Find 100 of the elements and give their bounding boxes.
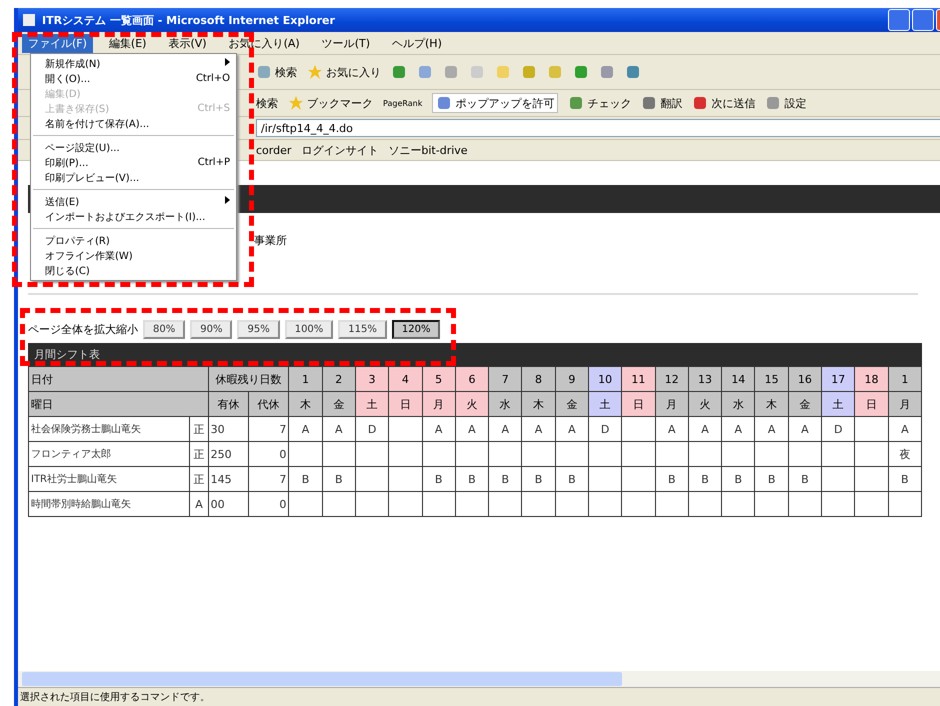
zoom-button[interactable]: 80% [143,320,186,338]
table-cell: A [488,416,522,442]
table-cell: B [888,466,922,492]
address-field[interactable]: /ir/sftp14_4_4.do [256,119,940,137]
table-cell: B [754,466,788,492]
link-button[interactable]: corder [256,144,292,156]
table-cell: A [322,416,356,442]
date-header: 13 [688,366,722,392]
link-button[interactable]: ログインサイト [301,142,378,158]
table-header: 日付 [28,366,208,392]
table-cell: A [655,416,688,442]
table-cell: B [288,466,322,492]
table-cell: A [888,416,922,442]
menu-item[interactable]: 新規作成(N) [31,56,236,71]
date-header: 1 [288,366,322,392]
date-header: 2 [322,366,356,392]
table-cell: A [455,416,489,442]
table-cell: A [422,416,456,442]
link-button[interactable]: ソニーbit-drive [388,142,468,158]
weekday-header: 金 [555,392,588,416]
weekday-header: 火 [688,392,722,416]
menu-item[interactable]: インポートおよびエクスポート(I)... [31,209,236,224]
minimize-button[interactable] [888,9,910,31]
menu-item[interactable]: 名前を付けて保存(A)... [31,116,236,131]
maximize-button[interactable] [912,9,934,31]
table-header: 休暇残り日数 [208,366,289,392]
toolbar-button[interactable]: 検索 [256,64,297,80]
toolbar-button[interactable]: ポップアップを許可 [432,93,558,113]
zoom-button[interactable]: 95% [237,320,280,338]
menu-item[interactable]: プロパティ(R) [31,233,236,248]
date-header: 16 [788,366,822,392]
table-cell: A [190,492,208,516]
date-header: 12 [655,366,688,392]
menu-item[interactable]: ページ設定(U)... [31,140,236,155]
menu-item[interactable]: 印刷(P)... Ctrl+P [31,155,236,170]
table-cell: 時間帯別時給鵬山竜矢 [28,492,190,516]
date-header: 6 [455,366,489,392]
table-title: 月間シフト表 [28,343,922,366]
table-header: 代休 [248,392,289,416]
table-cell: B [322,466,356,492]
zoom-button[interactable]: 115% [338,320,387,338]
table-cell: 正 [190,442,208,466]
table-cell: B [422,466,456,492]
table-cell: 夜 [888,442,922,466]
table-cell: 正 [190,416,208,442]
menu-item[interactable]: ヘルプ(H) [386,34,448,52]
table-cell: B [722,466,755,492]
toolbar-button[interactable]: チェック [568,95,632,111]
date-header: 15 [754,366,788,392]
zoom-button[interactable]: 120% [392,320,440,338]
menu-item[interactable]: 閉じる(C) [31,263,236,278]
date-header: 5 [422,366,456,392]
date-header: 14 [722,366,755,392]
weekday-header: 金 [322,392,356,416]
menu-item[interactable]: 印刷プレビュー(V)... [31,170,236,185]
table-cell: 250 [208,442,248,466]
date-header: 8 [522,366,556,392]
menu-item[interactable]: 編集(E) [102,34,152,52]
zoom-button[interactable]: 90% [190,320,232,338]
toolbar-button[interactable]: 設定 [765,95,806,111]
table-cell: B [555,466,588,492]
table-cell: B [488,466,522,492]
table-cell: A [788,416,822,442]
menu-item[interactable]: ツール(T) [316,34,376,52]
menu-item[interactable]: オフライン作業(W) [31,248,236,263]
submenu-arrow-icon [225,58,230,66]
table-cell: 7 [248,416,289,442]
table-cell: 145 [208,466,248,492]
table-cell: D [588,416,622,442]
menu-item[interactable]: 送信(E) [31,194,236,209]
toolbar-button[interactable]: ブックマーク [288,95,373,111]
table-header: 曜日 [28,392,208,416]
weekday-header: 日 [622,392,656,416]
horizontal-scrollbar[interactable] [18,671,940,687]
date-header: 3 [355,366,389,392]
toolbar-button[interactable]: 翻訳 [641,95,682,111]
table-cell: A [288,416,322,442]
weekday-header: 金 [788,392,822,416]
menu-item[interactable]: 表示(V) [162,34,213,52]
table-cell: D [822,416,855,442]
weekday-header: 月 [655,392,688,416]
weekday-header: 日 [388,392,422,416]
date-header: 11 [622,366,656,392]
toolbar-button[interactable]: 検索 [256,96,278,110]
weekday-header: 月 [888,392,922,416]
weekday-header: 木 [288,392,322,416]
toolbar-button[interactable]: PageRank [383,98,422,108]
menu-item[interactable]: 開く(O)... Ctrl+O [31,71,236,86]
table-cell: A [688,416,722,442]
date-header: 10 [588,366,622,392]
toolbar-button[interactable]: お気に入り [307,64,381,80]
table-cell: 0 [248,442,289,466]
zoom-button[interactable]: 100% [284,320,334,338]
weekday-header: 土 [355,392,389,416]
table-cell: 0 [248,492,289,516]
table-cell: D [355,416,389,442]
toolbar-button[interactable]: 次に送信 [692,95,756,111]
date-header: 7 [488,366,522,392]
table-header: 有休 [208,392,248,416]
table-cell: ITR社労士鵬山竜矢 [28,466,190,492]
